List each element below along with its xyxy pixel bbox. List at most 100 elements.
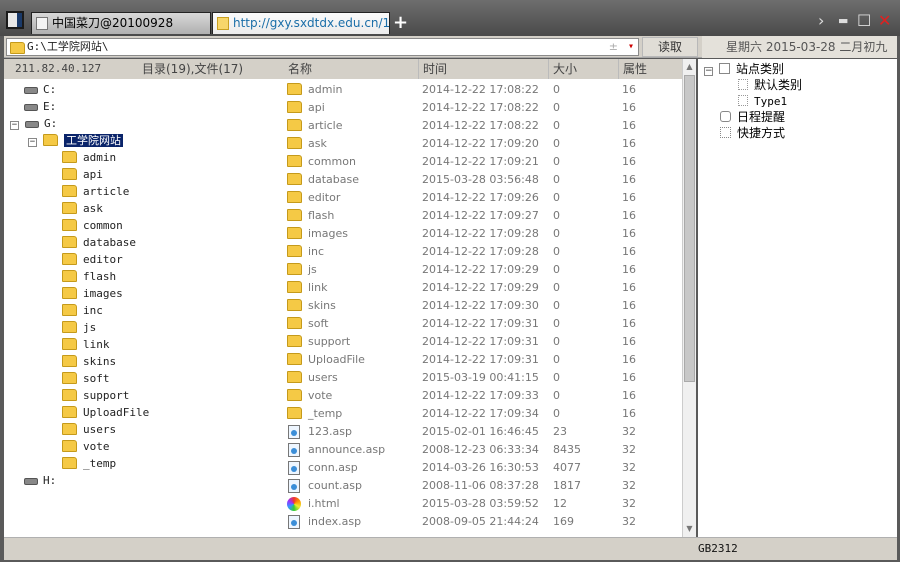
file-list-scrollbar[interactable]: ▲ ▼ <box>682 59 696 537</box>
tree-folder[interactable]: link <box>62 336 110 353</box>
scroll-down-icon[interactable]: ▼ <box>683 522 696 536</box>
tree-folder[interactable]: support <box>62 387 129 404</box>
file-time: 2008-11-06 08:37:28 <box>422 479 539 492</box>
add-bookmark-icon[interactable]: ± <box>609 39 618 55</box>
file-row[interactable]: inc 2014-12-22 17:09:28 0 16 <box>284 243 682 261</box>
shortcut-node[interactable]: 快捷方式 <box>720 125 785 142</box>
tree-folder[interactable]: flash <box>62 268 116 285</box>
maximize-icon[interactable]: ☐ <box>857 12 871 30</box>
drive-label: G: <box>44 117 58 130</box>
file-row[interactable]: support 2014-12-22 17:09:31 0 16 <box>284 333 682 351</box>
tab-shell[interactable]: http://gxy.sxdtdx.edu.cn/123.... <box>212 12 390 34</box>
app-menu-icon[interactable] <box>6 11 24 29</box>
schedule-node[interactable]: 日程提醒 <box>720 109 785 126</box>
scroll-thumb[interactable] <box>684 75 695 382</box>
tree-folder[interactable]: UploadFile <box>62 404 149 421</box>
drive-icon <box>24 477 38 485</box>
file-row[interactable]: users 2015-03-19 00:41:15 0 16 <box>284 369 682 387</box>
file-attr: 32 <box>622 443 636 456</box>
file-row[interactable]: count.asp 2008-11-06 08:37:28 1817 32 <box>284 477 682 495</box>
file-row[interactable]: _temp 2014-12-22 17:09:34 0 16 <box>284 405 682 423</box>
file-row[interactable]: database 2015-03-28 03:56:48 0 16 <box>284 171 682 189</box>
tab-home[interactable]: 中国菜刀@20100928 <box>31 12 211 34</box>
column-name[interactable]: 名称 <box>284 59 312 79</box>
file-attr: 16 <box>622 119 636 132</box>
path-input[interactable]: G:\工学院网站\ ± ▾ <box>6 38 639 56</box>
file-time: 2015-03-28 03:56:48 <box>422 173 539 186</box>
read-button[interactable]: 读取 <box>642 37 698 57</box>
file-row[interactable]: index.asp 2008-09-05 21:44:24 169 32 <box>284 513 682 531</box>
tree-folder[interactable]: editor <box>62 251 123 268</box>
tree-folder[interactable]: users <box>62 421 116 438</box>
file-size: 0 <box>553 191 560 204</box>
scroll-up-icon[interactable]: ▲ <box>683 60 696 74</box>
file-row[interactable]: images 2014-12-22 17:09:28 0 16 <box>284 225 682 243</box>
file-row[interactable]: skins 2014-12-22 17:09:30 0 16 <box>284 297 682 315</box>
column-time[interactable]: 时间 <box>418 59 447 79</box>
file-row[interactable]: vote 2014-12-22 17:09:33 0 16 <box>284 387 682 405</box>
column-attr[interactable]: 属性 <box>618 59 647 79</box>
tree-folder[interactable]: skins <box>62 353 116 370</box>
new-tab-button[interactable]: + <box>393 12 408 34</box>
file-name: api <box>308 101 325 114</box>
close-icon[interactable]: ✕ <box>878 12 891 30</box>
collapse-icon[interactable]: − <box>10 121 19 130</box>
column-size[interactable]: 大小 <box>548 59 577 79</box>
tree-folder[interactable]: vote <box>62 438 110 455</box>
site-category-node[interactable]: − 站点类别 <box>704 61 784 78</box>
tree-folder[interactable]: images <box>62 285 123 302</box>
chevron-down-icon[interactable]: ▾ <box>628 39 634 55</box>
file-row[interactable]: soft 2014-12-22 17:09:31 0 16 <box>284 315 682 333</box>
file-row[interactable]: article 2014-12-22 17:08:22 0 16 <box>284 117 682 135</box>
file-time: 2015-02-01 16:46:45 <box>422 425 539 438</box>
folder-icon <box>62 270 77 282</box>
file-row[interactable]: announce.asp 2008-12-23 06:33:34 8435 32 <box>284 441 682 459</box>
collapse-icon[interactable]: − <box>704 67 713 76</box>
file-row[interactable]: js 2014-12-22 17:09:29 0 16 <box>284 261 682 279</box>
tree-folder-label: article <box>83 185 130 198</box>
file-row[interactable]: link 2014-12-22 17:09:29 0 16 <box>284 279 682 297</box>
tree-folder[interactable]: database <box>62 234 136 251</box>
default-category-node[interactable]: 默认类别 <box>738 77 802 94</box>
file-size: 0 <box>553 227 560 240</box>
file-row[interactable]: ask 2014-12-22 17:09:20 0 16 <box>284 135 682 153</box>
folder-icon <box>287 335 302 347</box>
file-row[interactable]: common 2014-12-22 17:09:21 0 16 <box>284 153 682 171</box>
tree-folder[interactable]: article <box>62 183 129 200</box>
tree-folder[interactable]: admin <box>62 149 116 166</box>
tree-drive-3[interactable]: H: <box>24 472 56 489</box>
tree-folder[interactable]: ask <box>62 200 103 217</box>
file-size: 12 <box>553 497 567 510</box>
tree-drive-0[interactable]: C: <box>24 81 56 98</box>
tree-folder[interactable]: soft <box>62 370 110 387</box>
tree-folder[interactable]: common <box>62 217 123 234</box>
file-row[interactable]: editor 2014-12-22 17:09:26 0 16 <box>284 189 682 207</box>
page-icon <box>36 17 48 30</box>
folder-icon <box>62 304 77 316</box>
tree-drive-1[interactable]: E: <box>24 98 56 115</box>
file-row[interactable]: i.html 2015-03-28 03:59:52 12 32 <box>284 495 682 513</box>
tree-folder[interactable]: js <box>62 319 96 336</box>
file-size: 0 <box>553 353 560 366</box>
collapse-icon[interactable]: − <box>28 138 37 147</box>
tree-folder-label: api <box>83 168 103 181</box>
tree-folder-label: ask <box>83 202 103 215</box>
tree-folder-label: database <box>83 236 136 249</box>
tree-folder[interactable]: api <box>62 166 103 183</box>
file-row[interactable]: conn.asp 2014-03-26 16:30:53 4077 32 <box>284 459 682 477</box>
type1-node[interactable]: Type1 <box>738 93 787 110</box>
file-row[interactable]: UploadFile 2014-12-22 17:09:31 0 16 <box>284 351 682 369</box>
minimize-icon[interactable]: ▬ <box>838 12 848 30</box>
file-row[interactable]: 123.asp 2015-02-01 16:46:45 23 32 <box>284 423 682 441</box>
current-folder-label: 工学院网站 <box>64 134 123 147</box>
file-row[interactable]: flash 2014-12-22 17:09:27 0 16 <box>284 207 682 225</box>
folder-icon <box>287 389 302 401</box>
file-row[interactable]: admin 2014-12-22 17:08:22 0 16 <box>284 81 682 99</box>
folder-icon <box>62 287 77 299</box>
chevron-right-icon[interactable]: › <box>818 12 824 30</box>
tree-node-current[interactable]: − 工学院网站 <box>28 132 123 149</box>
file-row[interactable]: api 2014-12-22 17:08:22 0 16 <box>284 99 682 117</box>
tree-drive-2[interactable]: − G: <box>10 115 57 132</box>
tree-folder[interactable]: inc <box>62 302 103 319</box>
tree-folder[interactable]: _temp <box>62 455 116 472</box>
